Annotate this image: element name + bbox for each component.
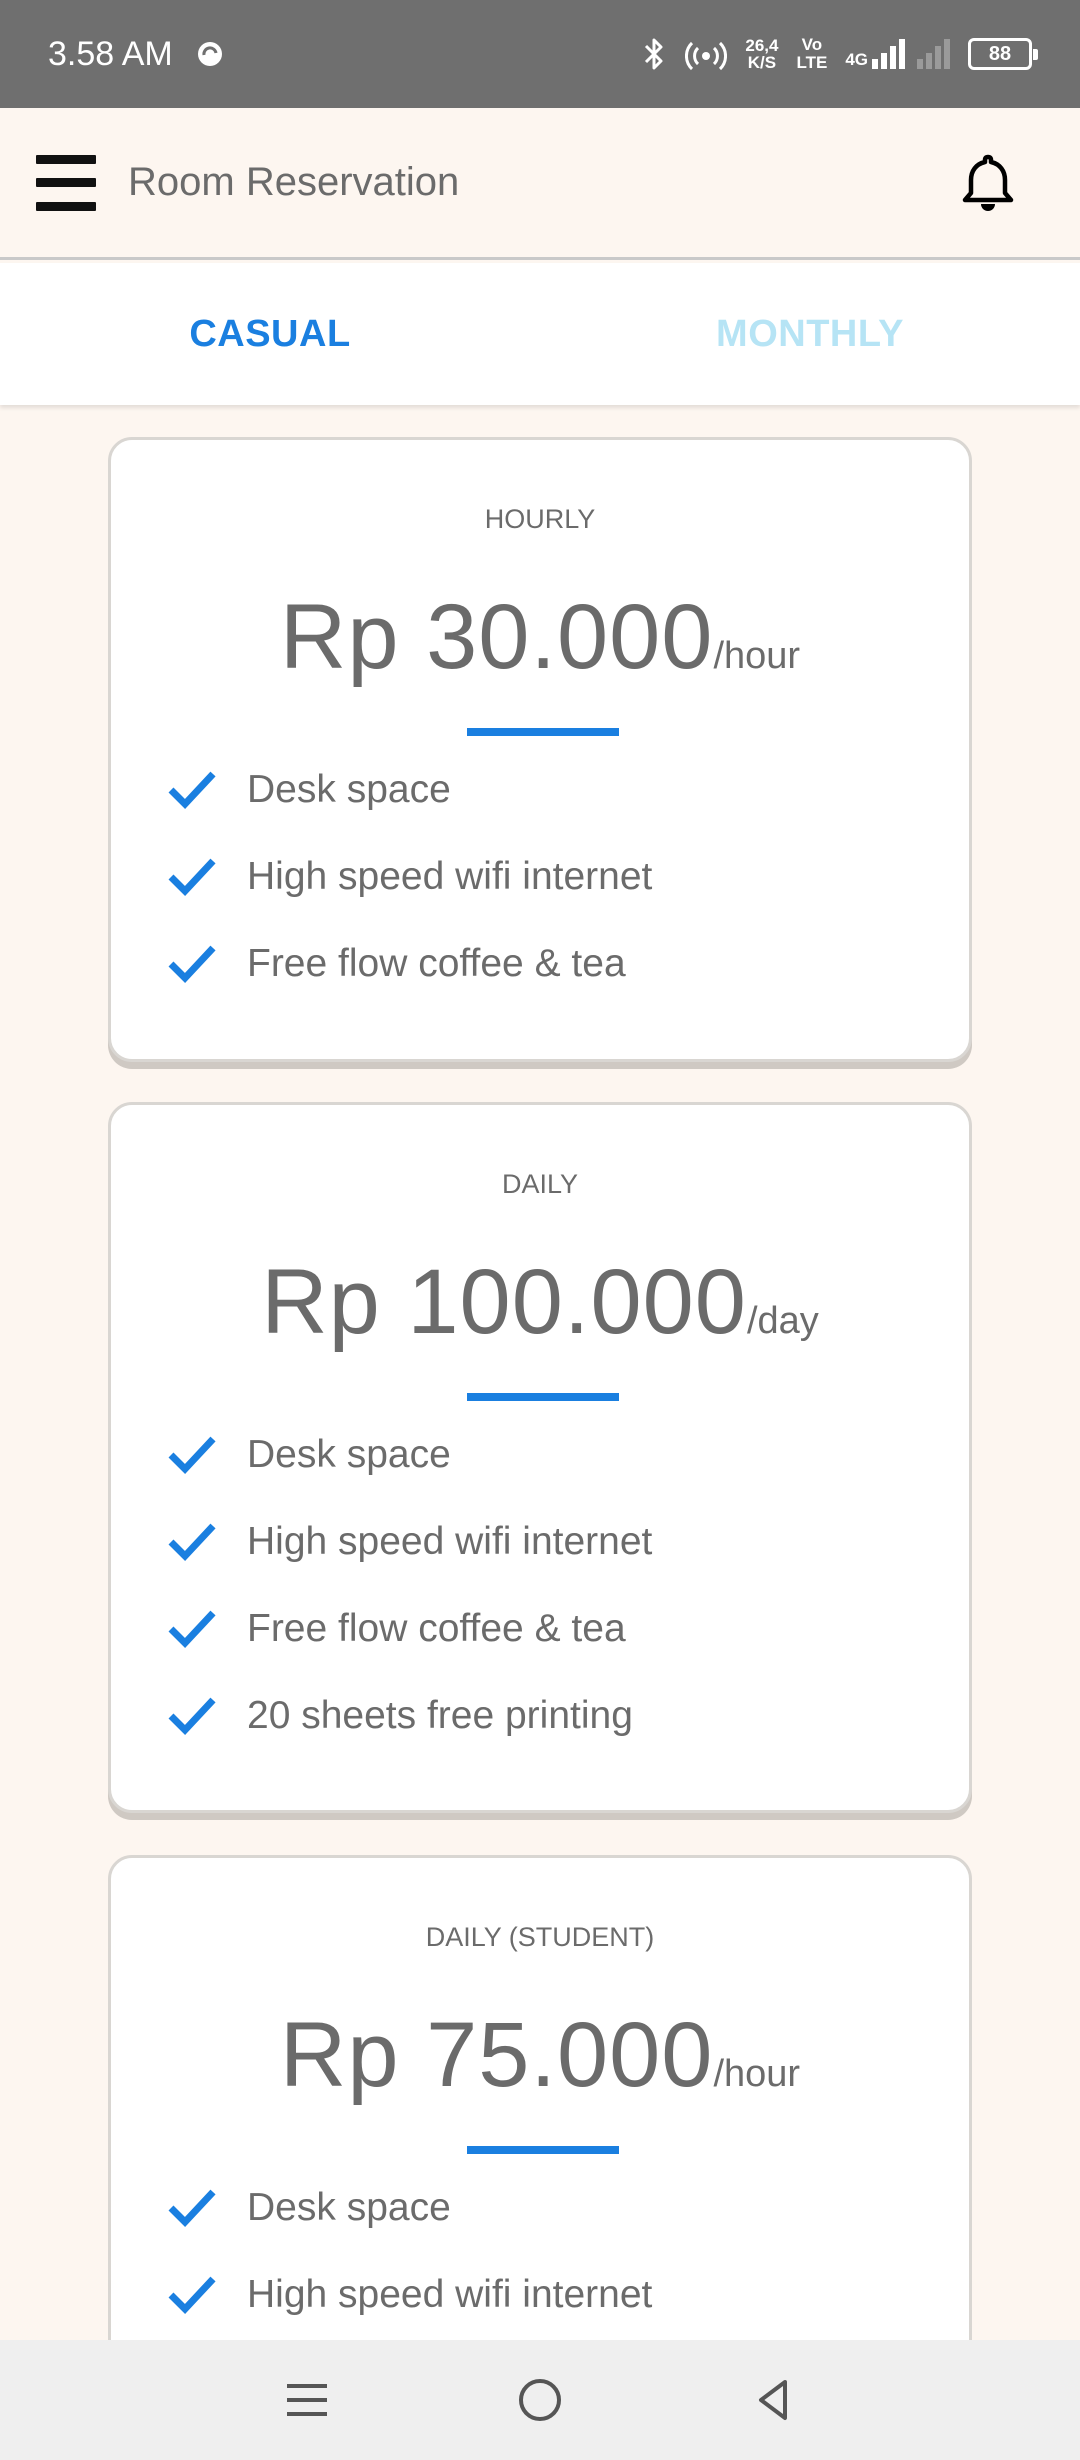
plan-price-unit: /hour bbox=[713, 635, 801, 677]
plan-card-hourly[interactable]: HOURLY Rp 30.000/hour Desk space High sp… bbox=[108, 437, 972, 1062]
check-icon bbox=[168, 2276, 216, 2314]
check-icon bbox=[168, 771, 216, 809]
feature-item: 20 sheets free printing bbox=[167, 1672, 652, 1759]
feature-text: 20 sheets free printing bbox=[247, 1693, 633, 1737]
check-icon bbox=[168, 2189, 216, 2227]
price-underline bbox=[467, 1393, 619, 1401]
feature-list: Desk space High speed wifi internet bbox=[167, 2164, 652, 2340]
feature-list: Desk space High speed wifi internet Free… bbox=[167, 746, 652, 1007]
network-type: 4G bbox=[845, 50, 868, 69]
feature-item: High speed wifi internet bbox=[167, 2251, 652, 2338]
plan-label: HOURLY bbox=[484, 504, 596, 534]
status-left: 3.58 AM bbox=[48, 35, 225, 74]
hotspot-icon bbox=[685, 41, 728, 71]
volte-bottom: LTE bbox=[796, 53, 828, 72]
plan-label: DAILY bbox=[501, 1169, 579, 1199]
feature-text: High speed wifi internet bbox=[247, 2272, 653, 2316]
feature-item: Desk space bbox=[167, 1411, 652, 1498]
tab-monthly[interactable]: MONTHLY bbox=[540, 263, 1080, 405]
feature-item: Free flow coffee & tea bbox=[167, 920, 652, 1007]
check-icon bbox=[168, 1697, 216, 1735]
feature-item: High speed wifi internet bbox=[167, 1498, 652, 1585]
plan-price-amount: Rp 100.000 bbox=[261, 1251, 747, 1353]
signal-group: 4G bbox=[845, 39, 950, 69]
feature-text: Desk space bbox=[247, 1432, 451, 1476]
plan-tabs: CASUAL MONTHLY bbox=[0, 263, 1080, 405]
check-icon bbox=[168, 945, 216, 983]
feature-text: High speed wifi internet bbox=[247, 854, 653, 898]
plan-card-daily-student[interactable]: DAILY (STUDENT) Rp 75.000/hour Desk spac… bbox=[108, 1855, 972, 2340]
price-underline bbox=[467, 2146, 619, 2154]
app-bar: Room Reservation bbox=[0, 108, 1080, 260]
sync-icon bbox=[197, 42, 222, 66]
page-title: Room Reservation bbox=[128, 160, 460, 204]
recent-apps-icon[interactable] bbox=[279, 2372, 335, 2428]
plan-price-amount: Rp 30.000 bbox=[279, 586, 714, 688]
hamburger-menu-icon[interactable] bbox=[36, 154, 96, 211]
signal-icon bbox=[872, 39, 905, 69]
plan-label: DAILY (STUDENT) bbox=[425, 1922, 655, 1952]
plan-list[interactable]: HOURLY Rp 30.000/hour Desk space High sp… bbox=[0, 405, 1080, 2340]
check-icon bbox=[168, 1610, 216, 1648]
feature-text: Free flow coffee & tea bbox=[247, 941, 626, 985]
feature-item: High speed wifi internet bbox=[167, 833, 652, 920]
feature-text: Desk space bbox=[247, 2185, 451, 2229]
plan-price-amount: Rp 75.000 bbox=[279, 2004, 714, 2106]
network-speed: 26,4 K/S bbox=[745, 37, 778, 71]
plan-price: Rp 75.000/hour bbox=[111, 2003, 969, 2108]
feature-item: Desk space bbox=[167, 2164, 652, 2251]
bell-icon[interactable] bbox=[956, 151, 1020, 215]
check-icon bbox=[168, 1436, 216, 1474]
plan-card-daily[interactable]: DAILY Rp 100.000/day Desk space High spe… bbox=[108, 1102, 972, 1813]
plan-price: Rp 30.000/hour bbox=[111, 585, 969, 690]
plan-price-unit: /hour bbox=[713, 2053, 801, 2095]
price-underline bbox=[467, 728, 619, 736]
feature-list: Desk space High speed wifi internet Free… bbox=[167, 1411, 652, 1759]
battery-icon: 88 bbox=[968, 38, 1038, 70]
back-icon[interactable] bbox=[745, 2372, 801, 2428]
home-icon[interactable] bbox=[512, 2372, 568, 2428]
feature-text: Desk space bbox=[247, 767, 451, 811]
network-speed-value: 26,4 bbox=[745, 36, 779, 55]
status-bar: 3.58 AM 26,4 K/S Vo LTE 4G 88 bbox=[0, 0, 1080, 108]
feature-text: High speed wifi internet bbox=[247, 1519, 653, 1563]
check-icon bbox=[168, 858, 216, 896]
system-nav-bar bbox=[0, 2340, 1080, 2460]
bluetooth-icon bbox=[645, 38, 663, 70]
network-speed-unit: K/S bbox=[747, 53, 777, 72]
signal-2-icon bbox=[917, 39, 950, 69]
feature-item: Free flow coffee & tea bbox=[167, 1585, 652, 1672]
status-time: 3.58 AM bbox=[48, 34, 173, 73]
feature-item: Desk space bbox=[167, 746, 652, 833]
battery-level: 88 bbox=[988, 42, 1012, 65]
volte-top: Vo bbox=[801, 35, 823, 54]
feature-text: Free flow coffee & tea bbox=[247, 1606, 626, 1650]
tab-casual[interactable]: CASUAL bbox=[0, 263, 540, 405]
status-right: 26,4 K/S Vo LTE 4G 88 bbox=[641, 36, 1038, 72]
plan-price-unit: /day bbox=[746, 1300, 819, 1342]
plan-price: Rp 100.000/day bbox=[111, 1250, 969, 1355]
check-icon bbox=[168, 1523, 216, 1561]
volte-indicator: Vo LTE bbox=[796, 36, 827, 72]
